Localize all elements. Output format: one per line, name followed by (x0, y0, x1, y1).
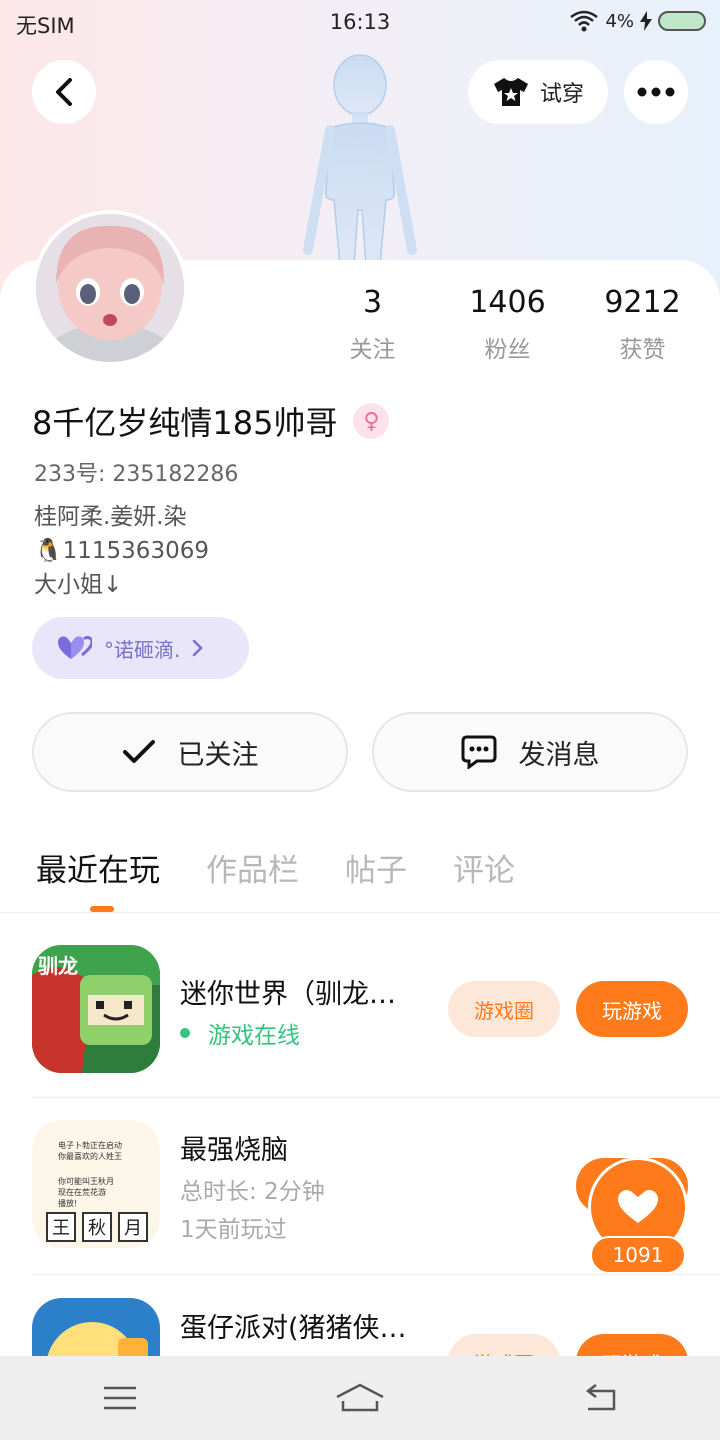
profile-stats: 3 关注 1406 粉丝 9212 获赞 (305, 285, 710, 364)
home-icon (336, 1383, 384, 1412)
icon-note: 电子卜勃正在启动 (58, 1141, 122, 1150)
hearts-icon (58, 636, 92, 659)
icon-note: 你可能叫王秋月 (58, 1177, 114, 1186)
stat-label: 获赞 (619, 337, 666, 363)
game-title: 蛋仔派对(猪猪侠… (180, 1313, 407, 1344)
tab-comments[interactable]: 评论 (453, 845, 515, 890)
menu-icon (104, 1386, 136, 1410)
status-icons: 4% (569, 10, 706, 32)
stat-value: 9212 (604, 285, 681, 320)
stat-label: 粉丝 (484, 337, 531, 363)
chevron-left-icon (56, 78, 72, 106)
name-row: 8千亿岁纯情185帅哥 ♀ (32, 398, 390, 444)
try-on-label: 试穿 (539, 82, 584, 107)
game-title: 最强烧脑 (180, 1135, 288, 1166)
wifi-icon (570, 10, 599, 32)
tab-divider (0, 912, 720, 913)
followed-button[interactable]: 已关注 (32, 712, 348, 792)
stat-likes[interactable]: 9212 获赞 (575, 285, 710, 364)
icon-char-box: 月 (118, 1212, 148, 1242)
stat-value: 3 (362, 285, 383, 320)
back-button[interactable] (32, 60, 96, 124)
check-icon (122, 740, 155, 763)
profile-tabs: 最近在玩 作品栏 帖子 评论 (36, 845, 515, 890)
home-button[interactable] (320, 1368, 400, 1428)
tshirt-icon (493, 78, 528, 106)
bio-line: 桂阿柔.姜妍.染 (34, 504, 187, 530)
avatar-3d-figure (303, 54, 417, 265)
stat-label: 关注 (349, 337, 396, 363)
icon-note: 播放! (58, 1199, 78, 1208)
charging-icon (640, 11, 652, 31)
play-duration: 总时长: 2分钟 (180, 1179, 325, 1205)
system-nav-bar (0, 1356, 720, 1440)
profile-name: 8千亿岁纯情185帅哥 (32, 404, 338, 442)
avatar[interactable] (32, 210, 188, 366)
icon-note: 现在在荒花游 (58, 1188, 106, 1197)
battery-percent: 4% (605, 10, 634, 32)
avatar-image (36, 214, 184, 362)
icon-char-box: 秋 (82, 1212, 112, 1242)
battery-icon (658, 11, 706, 31)
return-icon (585, 1384, 616, 1411)
send-message-label: 发消息 (518, 739, 600, 771)
menu-button[interactable] (80, 1368, 160, 1428)
more-options-button[interactable] (624, 60, 688, 124)
badge-label: °诺砸滴. (104, 637, 181, 662)
status-bar: 无SIM 16:13 4% (0, 0, 720, 46)
divider (32, 1274, 720, 1275)
game-icon: 电子卜勃正在启动 你最喜欢的人姓王 你可能叫王秋月 现在在荒花游 播放! 王 秋… (32, 1120, 160, 1248)
online-dot-icon (180, 1028, 190, 1038)
play-game-button[interactable]: 玩游戏 (576, 981, 688, 1037)
chat-bubble-icon (461, 735, 496, 769)
tab-posts[interactable]: 帖子 (345, 845, 407, 890)
followed-label: 已关注 (177, 739, 259, 771)
game-circle-button[interactable]: 游戏圈 (448, 981, 560, 1037)
back-nav-button[interactable] (560, 1368, 640, 1428)
tab-recently-played[interactable]: 最近在玩 (36, 845, 160, 890)
icon-char-box: 王 (46, 1212, 76, 1242)
bio-line: 大小姐↓ (34, 572, 123, 598)
game-title: 迷你世界（驯龙… (180, 979, 396, 1010)
relationship-badge[interactable]: °诺砸滴. (32, 617, 249, 679)
stat-following[interactable]: 3 关注 (305, 285, 440, 364)
game-icon: 驯龙 (32, 945, 160, 1073)
online-status: 游戏在线 (180, 1016, 300, 1050)
gender-female-icon: ♀ (353, 403, 390, 439)
try-on-button[interactable]: 试穿 (468, 60, 608, 124)
last-played: 1天前玩过 (180, 1217, 287, 1243)
heart-icon (618, 1189, 658, 1223)
online-status-label: 游戏在线 (208, 1023, 300, 1049)
svg-text:驯龙: 驯龙 (38, 954, 78, 978)
game-list-item[interactable]: 驯龙 迷你世界（驯龙… 游戏在线 游戏圈 玩游戏 (0, 920, 720, 1096)
user-id: 233号: 235182286 (34, 462, 239, 487)
bio-line: 🐧1115363069 (34, 538, 209, 564)
send-message-button[interactable]: 发消息 (372, 712, 688, 792)
tab-works[interactable]: 作品栏 (206, 845, 299, 890)
stat-value: 1406 (469, 285, 546, 320)
chevron-right-icon (193, 639, 204, 657)
stat-fans[interactable]: 1406 粉丝 (440, 285, 575, 364)
like-count: 1091 (590, 1236, 686, 1274)
more-dots-icon (637, 87, 675, 97)
icon-note: 你最喜欢的人姓王 (58, 1152, 122, 1161)
profile-bio: 桂阿柔.姜妍.染 🐧1115363069 大小姐↓ (34, 500, 209, 602)
